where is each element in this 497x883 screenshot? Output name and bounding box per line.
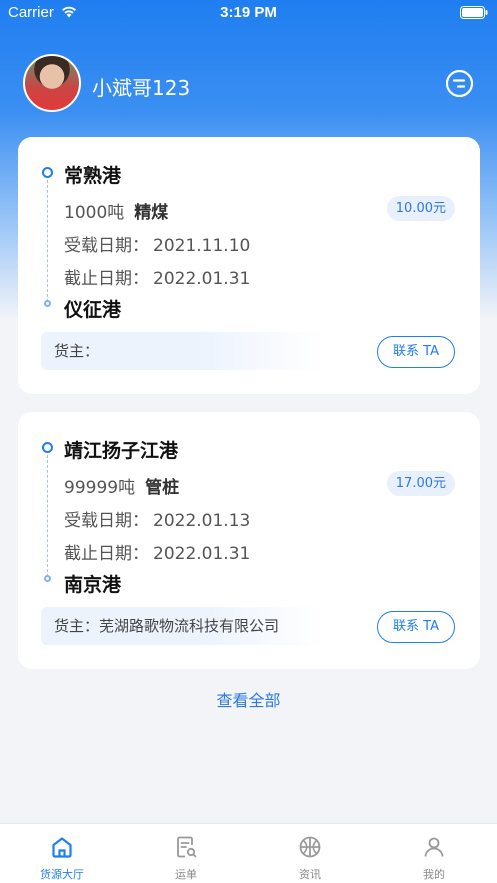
tab-label: 资讯 [299, 868, 321, 881]
cargo-info: 1000吨 精煤 [64, 198, 168, 223]
price-badge: 17.00元 [386, 471, 455, 496]
view-all-link[interactable]: 查看全部 [0, 687, 497, 711]
load-date-value: 2022.01.13 [153, 511, 251, 531]
load-date-value: 2021.11.10 [153, 236, 251, 256]
cargo-name: 精煤 [134, 203, 169, 223]
waybill-icon [177, 836, 197, 858]
origin-port: 靖江扬子江港 [64, 440, 179, 462]
cargo-owner: 货主：芜湖路歌物流科技有限公司 [41, 607, 325, 645]
owner-label: 货主： [54, 342, 100, 360]
load-date-label: 受载日期： [64, 511, 149, 531]
price-badge: 10.00元 [386, 196, 455, 221]
origin-port: 常熟港 [64, 165, 122, 187]
message-icon[interactable] [445, 69, 474, 98]
destination-port: 南京港 [64, 574, 122, 596]
load-date-label: 受载日期： [64, 236, 149, 256]
destination-dot [44, 300, 51, 307]
end-date-value: 2022.01.31 [153, 544, 251, 564]
owner-label: 货主： [54, 617, 100, 635]
destination-port: 仪征港 [64, 299, 122, 321]
avatar[interactable] [23, 54, 81, 112]
username: 小斌哥123 [92, 76, 191, 100]
load-date: 受载日期： 2022.01.13 [64, 506, 250, 531]
end-date-label: 截止日期： [64, 269, 149, 289]
end-date: 截止日期： 2022.01.31 [64, 539, 250, 564]
tab-label: 我的 [423, 868, 445, 881]
origin-dot [42, 442, 53, 453]
contact-button[interactable]: 联系 TA [377, 336, 455, 368]
profile-icon [424, 837, 444, 857]
cargo-name: 管桩 [145, 478, 180, 498]
cargo-quantity: 1000吨 [64, 203, 125, 223]
load-date: 受载日期： 2021.11.10 [64, 231, 250, 256]
end-date-label: 截止日期： [64, 544, 149, 564]
tab-waybill[interactable]: 运单 [124, 824, 248, 883]
cargo-card[interactable]: 常熟港 1000吨 精煤 10.00元 受载日期： 2021.11.10 截止日期：… [18, 137, 480, 394]
tab-bar: 货源大厅 运单 资讯 我的 [0, 823, 497, 883]
end-date-value: 2022.01.31 [153, 269, 251, 289]
profile-header: 小斌哥123 [0, 52, 497, 114]
cargo-owner: 货主： [41, 332, 325, 370]
cargo-card[interactable]: 靖江扬子江港 99999吨 管桩 17.00元 受载日期： 2022.01.13 截… [18, 412, 480, 669]
cargo-info: 99999吨 管桩 [64, 473, 179, 498]
battery-icon [460, 6, 488, 19]
origin-dot [42, 167, 53, 178]
news-icon [299, 836, 321, 858]
end-date: 截止日期： 2022.01.31 [64, 264, 250, 289]
tab-mine[interactable]: 我的 [372, 824, 496, 883]
status-bar: Carrier 3:19 PM [0, 0, 497, 26]
tab-label: 货源大厅 [40, 868, 84, 881]
status-time: 3:19 PM [220, 4, 277, 21]
route-line [47, 175, 48, 307]
tab-label: 运单 [175, 868, 197, 881]
destination-dot [44, 575, 51, 582]
route-line [47, 450, 48, 582]
owner-name: 芜湖路歌物流科技有限公司 [99, 617, 280, 635]
contact-button[interactable]: 联系 TA [377, 611, 455, 643]
home-icon [52, 837, 72, 858]
tab-cargo-hall[interactable]: 货源大厅 [0, 824, 124, 883]
cargo-quantity: 99999吨 [64, 478, 136, 498]
tab-news[interactable]: 资讯 [248, 824, 372, 883]
